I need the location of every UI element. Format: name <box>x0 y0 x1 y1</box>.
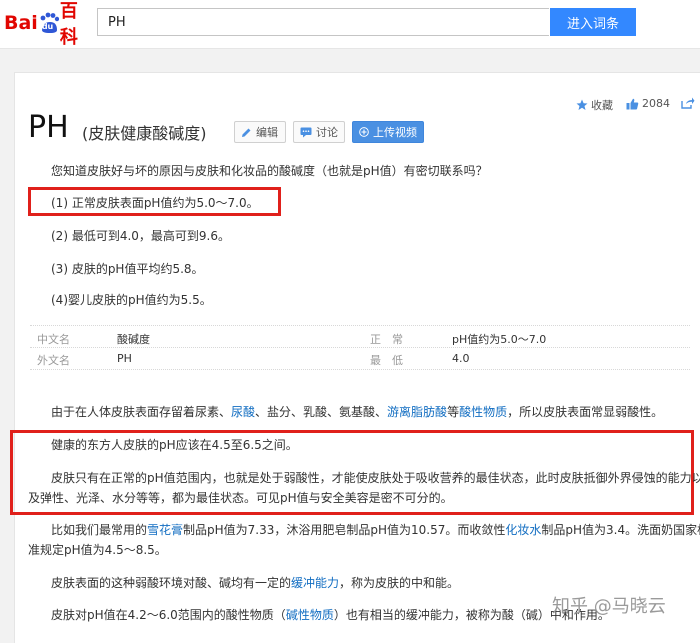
favorite-button[interactable]: 收藏 <box>576 97 613 113</box>
body-paragraph-6: 皮肤对pH值在4.2～6.0范围内的酸性物质（碱性物质）也有相当的缓冲能力，被称… <box>51 607 610 623</box>
text-segment: 比如我们最常用的 <box>51 523 148 537</box>
text-segment: 制品pH值为3.4。洗面奶国家标 <box>541 523 700 537</box>
text-segment: 、盐分、乳酸、氨基酸、 <box>255 405 388 419</box>
link-free-fatty-acid[interactable]: 游离脂肪酸 <box>387 405 447 419</box>
link-urea-acid[interactable]: 尿酸 <box>231 405 255 419</box>
link-vanishing-cream[interactable]: 雪花膏 <box>147 523 183 537</box>
like-count: 2084 <box>642 97 670 110</box>
body-paragraph-2: 健康的东方人皮肤的pH应该在4.5至6.5之间。 <box>51 438 298 452</box>
body-paragraph-3-line-1: 皮肤只有在正常的pH值范围内，也就是处于弱酸性，才能使皮肤处于吸收营养的最佳状态… <box>51 471 700 485</box>
paw-icon: du <box>39 12 60 34</box>
plus-circle-icon <box>359 127 369 137</box>
text-segment: 制品pH值为7.33，沐浴用肥皂制品pH值为10.57。而收敛性 <box>183 523 506 537</box>
body-paragraph-4-line-2: 准规定pH值为4.5～8.5。 <box>28 543 167 557</box>
infobox-divider-bottom <box>30 369 690 370</box>
text-segment: ，称为皮肤的中和能。 <box>339 576 460 590</box>
comment-icon <box>300 127 312 137</box>
text-segment: 皮肤对pH值在4.2～6.0范围内的酸性物质（ <box>51 608 286 622</box>
discuss-button[interactable]: 讨论 <box>293 121 345 143</box>
infobox-label-normal: 正 常 <box>370 333 403 346</box>
body-paragraph-3-line-2: 及弹性、光泽、水分等等，都为最佳状态。可见pH值与安全美容是密不可分的。 <box>28 491 453 505</box>
infobox-value-normal: pH值约为5.0～7.0 <box>452 333 547 346</box>
share-button[interactable] <box>681 97 698 109</box>
share-icon <box>681 97 695 109</box>
logo-text-wrap: Bai du 百科 <box>4 1 94 48</box>
text-segment: 等 <box>447 405 460 419</box>
pencil-icon <box>242 128 251 137</box>
edit-button[interactable]: 编辑 <box>234 121 286 143</box>
page-title: PH <box>28 110 69 145</box>
infobox-label-chinese-name: 中文名 <box>37 333 70 346</box>
logo-text-bai: Bai <box>4 12 38 34</box>
body-paragraph-5: 皮肤表面的这种弱酸环境对酸、碱均有一定的缓冲能力，称为皮肤的中和能。 <box>51 575 459 591</box>
upload-video-label: 上传视频 <box>373 126 417 139</box>
infobox-value-chinese-name: 酸碱度 <box>117 333 150 346</box>
logo-text-baike: 百科 <box>59 1 78 48</box>
thumbs-up-icon <box>626 98 639 109</box>
search-input[interactable] <box>97 8 549 36</box>
upload-video-button[interactable]: 上传视频 <box>352 121 424 143</box>
intro-point-2: (2) 最低可到4.0，最高可到9.6。 <box>51 229 230 243</box>
text-segment: 由于在人体皮肤表面存留着尿素、 <box>51 405 232 419</box>
page-subtitle: (皮肤健康酸碱度) <box>82 124 207 143</box>
discuss-label: 讨论 <box>316 126 338 139</box>
enter-entry-button[interactable]: 进入词条 <box>550 8 636 36</box>
text-segment: 皮肤表面的这种弱酸环境对酸、碱均有一定的 <box>51 576 292 590</box>
intro-point-4: (4)婴儿皮肤的pH值约为5.5。 <box>51 293 212 307</box>
link-alkaline-substance[interactable]: 碱性物质 <box>286 608 334 622</box>
link-acidic-substance[interactable]: 酸性物质 <box>459 405 507 419</box>
logo-text-du: du <box>41 22 54 31</box>
body-paragraph-1: 由于在人体皮肤表面存留着尿素、尿酸、盐分、乳酸、氨基酸、游离脂肪酸等酸性物质，所… <box>51 404 663 420</box>
link-buffer-capacity[interactable]: 缓冲能力 <box>291 576 339 590</box>
favorite-label: 收藏 <box>591 99 613 112</box>
intro-question: 您知道皮肤好与坏的原因与皮肤和化妆品的酸碱度（也就是pH值）有密切联系吗？ <box>51 164 488 178</box>
link-toner[interactable]: 化妆水 <box>505 523 541 537</box>
highlight-box-1 <box>28 187 281 216</box>
infobox-value-foreign-name: PH <box>117 352 132 365</box>
top-bar: Bai du 百科 进入词条 <box>0 0 700 49</box>
intro-point-3: (3) 皮肤的pH值平均约5.8。 <box>51 262 204 276</box>
infobox-divider-top <box>30 325 690 326</box>
infobox-value-lowest: 4.0 <box>452 352 470 365</box>
body-paragraph-4-line-1: 比如我们最常用的雪花膏制品pH值为7.33，沐浴用肥皂制品pH值为10.57。而… <box>51 522 700 538</box>
star-icon <box>576 99 588 110</box>
infobox-divider-mid <box>30 347 690 348</box>
like-button[interactable]: 2084 <box>626 97 670 110</box>
edit-label: 编辑 <box>256 126 278 139</box>
text-segment: ，所以皮肤表面常显弱酸性。 <box>507 405 664 419</box>
zhihu-watermark: 知乎 @马晓云 <box>552 596 666 617</box>
infobox-label-lowest: 最 低 <box>370 354 403 367</box>
infobox-label-foreign-name: 外文名 <box>37 354 70 367</box>
